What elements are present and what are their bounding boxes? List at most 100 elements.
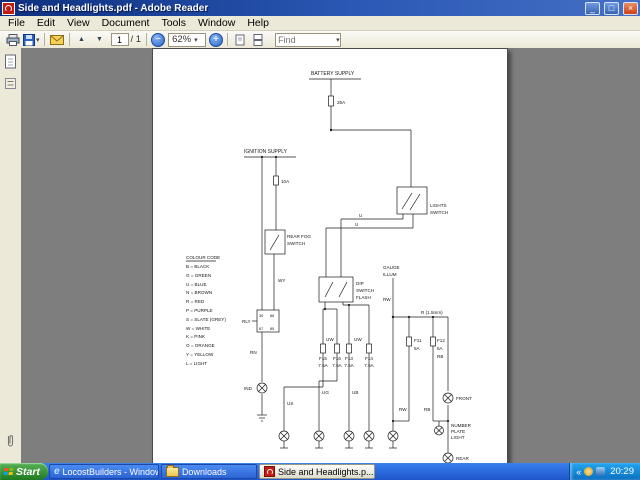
legend-entry: P = PURPLE <box>186 308 213 313</box>
legend-entry: W = WHITE <box>186 326 210 331</box>
pages-panel-icon[interactable] <box>4 54 17 69</box>
maximize-button[interactable]: □ <box>604 1 619 15</box>
document-area: BATTERY SUPPLY 25A IGNITION SUPPLY 10A L… <box>21 48 640 463</box>
fuse-10a-label: 10A <box>281 179 290 184</box>
gauge-illumination: GAUGE ILLUM RW <box>383 265 400 431</box>
relay-terminal: 30 <box>259 314 263 318</box>
page-up-icon: ▲ <box>78 36 85 43</box>
start-button-label: Start <box>16 465 40 478</box>
menu-bar: File Edit View Document Tools Window Hel… <box>0 16 640 31</box>
find-dropdown-caret[interactable]: ▾ <box>336 36 340 44</box>
side-light-circuit: R (1.5mm) F11 5A RW F12 5A RB RB FRONT N… <box>391 310 472 463</box>
wire-label: RW <box>399 407 407 412</box>
ignition-supply-circuit: IGNITION SUPPLY 10A <box>244 149 296 310</box>
taskbar: Start e LocostBuilders - Window... Downl… <box>0 463 640 480</box>
taskbar-item-pdf[interactable]: Side and Headlights.p... <box>258 464 375 479</box>
title-bar: Side and Headlights.pdf - Adobe Reader _… <box>0 0 640 16</box>
headlamp-row <box>278 430 399 449</box>
task-label: LocostBuilders - Window... <box>62 466 159 477</box>
relay-label: RLY <box>242 319 251 324</box>
wire-label: RW <box>383 297 391 302</box>
wire-label: RB <box>437 354 443 359</box>
rear-fog-switch-label: REAR FOG <box>287 234 311 239</box>
taskbar-clock: 20:29 <box>610 466 634 477</box>
adobe-reader-icon <box>2 1 15 15</box>
page-down-icon: ▼ <box>96 36 103 43</box>
page-number-input[interactable] <box>110 33 129 46</box>
next-page-button[interactable]: ▼ <box>91 32 109 47</box>
menu-tools[interactable]: Tools <box>155 17 192 29</box>
relay-terminal: 85 <box>270 327 274 331</box>
lights-switch-label: LIGHTS <box>430 203 447 208</box>
toolbar-separator <box>146 33 148 46</box>
pdf-page[interactable]: BATTERY SUPPLY 25A IGNITION SUPPLY 10A L… <box>152 48 508 463</box>
rear-fog-switch: REAR FOG SWITCH WY <box>264 229 311 310</box>
bookmarks-panel-icon[interactable] <box>4 77 17 90</box>
fuse-rating: 5A <box>437 346 444 351</box>
fuse-25a-label: 25A <box>337 100 346 105</box>
zoom-in-button[interactable]: + <box>209 32 224 47</box>
windows-flag-icon <box>3 468 14 475</box>
menu-view[interactable]: View <box>61 17 96 29</box>
single-page-view-button[interactable] <box>231 32 249 47</box>
gauge-illum-label: GAUGE <box>383 265 400 270</box>
adobe-reader-window: Side and Headlights.pdf - Adobe Reader _… <box>0 0 640 480</box>
attachments-panel-icon[interactable] <box>5 433 16 449</box>
fuse-rating: 7.5A <box>364 363 374 368</box>
taskbar-item-downloads[interactable]: Downloads <box>160 464 257 479</box>
close-button[interactable]: × <box>623 1 638 15</box>
gauge-illum-label: ILLUM <box>383 272 397 277</box>
menu-file[interactable]: File <box>2 17 31 29</box>
battery-supply-label: BATTERY SUPPLY <box>311 71 355 77</box>
lights-switch-label: SWITCH <box>430 210 448 215</box>
tray-collapse-chevron[interactable]: « <box>576 467 581 477</box>
indicator-lamp-label: IND <box>244 386 253 391</box>
wire-label: UG <box>322 390 329 395</box>
legend-entry: L = LIGHT <box>186 361 207 366</box>
tray-icon[interactable] <box>584 467 594 476</box>
system-tray: « 20:29 <box>569 463 640 480</box>
rear-lamp-label: REAR <box>456 456 469 461</box>
adobe-reader-icon <box>263 466 275 477</box>
fuse-label: F12 <box>437 338 445 343</box>
colour-code-title: COLOUR CODE <box>186 255 220 260</box>
navigation-pane <box>0 48 22 463</box>
legend-entry: K = PINK <box>186 334 206 339</box>
battery-supply-circuit: BATTERY SUPPLY 25A <box>309 71 412 187</box>
wire-label: R (1.5mm) <box>421 310 443 315</box>
relay-terminal: 87 <box>259 327 263 331</box>
continuous-view-button[interactable] <box>249 32 267 47</box>
fuse-rating: 7.5A <box>332 363 342 368</box>
menu-edit[interactable]: Edit <box>31 17 61 29</box>
minimize-button[interactable]: _ <box>585 1 600 15</box>
task-label: Downloads <box>181 466 227 477</box>
previous-page-button[interactable]: ▲ <box>73 32 91 47</box>
dip-switch: DIP SWITCH FLASH UW UW F15 F16 F13 F14 7… <box>283 276 375 431</box>
find-input[interactable] <box>276 34 337 45</box>
relay-terminal: 86 <box>270 314 274 318</box>
zoom-level-select[interactable]: 62% ▾ <box>168 32 207 47</box>
tray-icon[interactable] <box>596 467 606 476</box>
toolbar: ▾ ▲ ▼ / 1 − 62% ▾ + <box>0 31 640 49</box>
wire-label: U <box>355 222 358 227</box>
email-button[interactable] <box>48 32 66 47</box>
ignition-supply-label: IGNITION SUPPLY <box>244 149 288 155</box>
legend-entry: R = RED <box>186 299 205 304</box>
menu-window[interactable]: Window <box>192 17 241 29</box>
zoom-out-button[interactable]: − <box>151 32 166 47</box>
menu-help[interactable]: Help <box>241 17 275 29</box>
legend-entry: S = SLATE (GREY) <box>186 317 226 322</box>
colour-code-legend: COLOUR CODE B = BLACK G = GREEN U = BLUE… <box>186 255 226 366</box>
menu-document[interactable]: Document <box>96 17 156 29</box>
legend-entry: O = ORANGE <box>186 343 215 348</box>
print-button[interactable] <box>4 32 22 47</box>
save-button[interactable]: ▾ <box>22 32 41 47</box>
fuse-rating: 7.5A <box>344 363 354 368</box>
start-button[interactable]: Start <box>0 463 48 480</box>
legend-entry: B = BLACK <box>186 264 210 269</box>
fuse-rating: 5A <box>414 346 421 351</box>
legend-entry: Y = YELLOW <box>186 352 214 357</box>
continuous-view-icon <box>253 33 263 46</box>
window-title: Side and Headlights.pdf - Adobe Reader <box>18 2 209 14</box>
taskbar-item-locostbuilders[interactable]: e LocostBuilders - Window... <box>48 464 159 479</box>
